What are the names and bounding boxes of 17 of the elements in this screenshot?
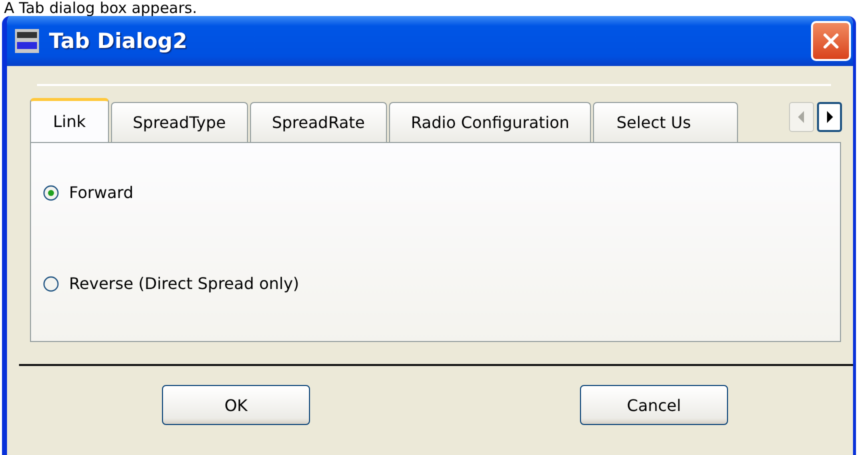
dialog-button[interactable]: Cancel	[580, 385, 728, 425]
close-icon	[821, 31, 841, 51]
caption-text: A Tab dialog box appears.	[3, 0, 198, 16]
radio-label: Forward	[69, 183, 134, 202]
radio-button[interactable]	[43, 184, 59, 200]
dialog-button[interactable]: OK	[162, 385, 310, 425]
app-logo-icon	[15, 29, 39, 53]
tab[interactable]: Link	[30, 98, 109, 142]
close-button[interactable]	[811, 21, 851, 61]
scroll-right-button[interactable]	[817, 102, 842, 132]
tab[interactable]: Radio Configuration	[388, 102, 592, 142]
tab[interactable]: SpreadRate	[250, 102, 387, 142]
window-title: Tab Dialog2	[49, 29, 188, 53]
tab[interactable]: Select Us	[593, 102, 738, 142]
radio-label: Reverse (Direct Spread only)	[69, 274, 300, 293]
tab[interactable]: SpreadType	[110, 102, 248, 142]
radio-button[interactable]	[43, 276, 59, 292]
